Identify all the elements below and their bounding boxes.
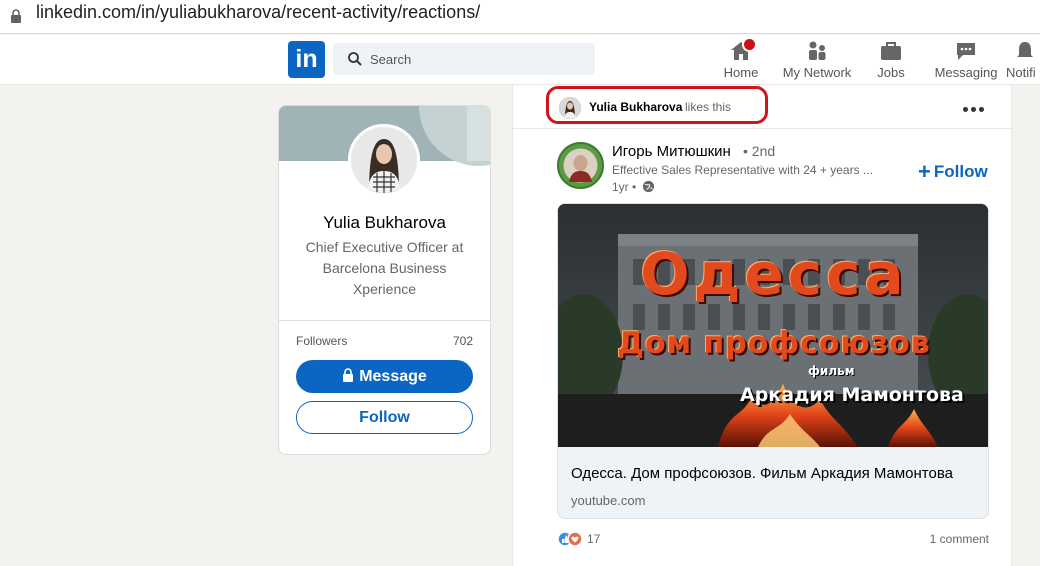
- nav-my-network-label: My Network: [782, 65, 852, 80]
- notification-badge: [742, 37, 757, 52]
- linkedin-logo[interactable]: in: [288, 41, 325, 78]
- nav-notifications-label: Notifi: [1006, 65, 1036, 80]
- nav-messaging[interactable]: Messaging: [932, 35, 1000, 85]
- search-placeholder: Search: [370, 52, 412, 67]
- post-header: Yulia Bukharova likes this: [513, 85, 1013, 129]
- link-thumbnail[interactable]: Одесса Дом профсоюзов фильм Аркадия Мамо…: [558, 204, 988, 447]
- url-text[interactable]: linkedin.com/in/yuliabukharova/recent-ac…: [36, 2, 480, 23]
- bell-icon: [1017, 42, 1033, 57]
- reactions-icon[interactable]: [557, 531, 583, 547]
- thumbnail-title-line1: Одесса: [640, 240, 908, 308]
- chat-icon: [957, 43, 975, 60]
- banner-stripe: [467, 106, 490, 161]
- nav-home-label: Home: [723, 65, 759, 80]
- followers-count: 702: [452, 334, 473, 348]
- search-icon: [348, 52, 362, 66]
- author-avatar[interactable]: [557, 142, 604, 189]
- nav-my-network[interactable]: My Network: [778, 35, 856, 85]
- plus-icon: +: [918, 159, 931, 184]
- link-preview-card[interactable]: Одесса Дом профсоюзов фильм Аркадия Мамо…: [557, 203, 989, 519]
- post-follow-button[interactable]: + Follow: [918, 159, 988, 185]
- author-photo: [559, 144, 602, 187]
- author-degree: • 2nd: [743, 143, 776, 159]
- nav-jobs[interactable]: Jobs: [866, 35, 916, 85]
- follow-button[interactable]: Follow: [296, 401, 473, 434]
- author-name[interactable]: Игорь Митюшкин: [612, 143, 731, 160]
- profile-name[interactable]: Yulia Bukharova: [279, 213, 490, 233]
- lock-icon: [343, 368, 354, 382]
- thumbnail-title-line4: Аркадия Мамонтова: [740, 384, 964, 406]
- profile-headline: Chief Executive Officer at Barcelona Bus…: [305, 239, 464, 297]
- reaction-count[interactable]: 17: [587, 532, 600, 546]
- profile-card: Yulia Bukharova Chief Executive Officer …: [278, 105, 491, 455]
- post-follow-label: Follow: [933, 162, 988, 181]
- followers-label: Followers: [296, 334, 348, 348]
- comment-count[interactable]: 1 comment: [930, 532, 989, 546]
- nav-notifications[interactable]: Notifi: [1003, 35, 1040, 85]
- nav-jobs-label: Jobs: [877, 65, 905, 80]
- message-button-label: Message: [359, 368, 427, 385]
- highlight-annotation: [546, 86, 768, 124]
- message-button[interactable]: Message: [296, 360, 473, 393]
- avatar-photo: [351, 127, 417, 193]
- browser-address-bar[interactable]: linkedin.com/in/yuliabukharova/recent-ac…: [0, 0, 1040, 34]
- globe-icon: [642, 180, 655, 193]
- social-counts: 17 1 comment: [557, 531, 989, 551]
- nav-home[interactable]: Home: [716, 35, 766, 85]
- post-time: 1yr •: [612, 180, 637, 194]
- briefcase-icon: [881, 42, 901, 60]
- thumbnail-title-line2: Дом профсоюзов: [617, 326, 931, 361]
- link-domain: youtube.com: [571, 493, 646, 508]
- network-icon: [809, 41, 826, 60]
- thumbnail-title-line3: фильм: [808, 364, 855, 378]
- author-headline: Effective Sales Representative with 24 +…: [612, 163, 873, 177]
- profile-divider: [279, 320, 490, 321]
- top-nav: in Search Home My Network Jobs Messaging…: [0, 35, 1040, 85]
- feed-post: Yulia Bukharova likes this Игорь Митюшки…: [512, 85, 1013, 566]
- profile-avatar[interactable]: [348, 124, 420, 196]
- nav-messaging-label: Messaging: [934, 65, 998, 80]
- search-input[interactable]: Search: [333, 43, 595, 75]
- link-title[interactable]: Одесса. Дом профсоюзов. Фильм Аркадия Ма…: [571, 465, 953, 482]
- more-options-icon[interactable]: [963, 99, 989, 113]
- lock-icon: [11, 9, 21, 23]
